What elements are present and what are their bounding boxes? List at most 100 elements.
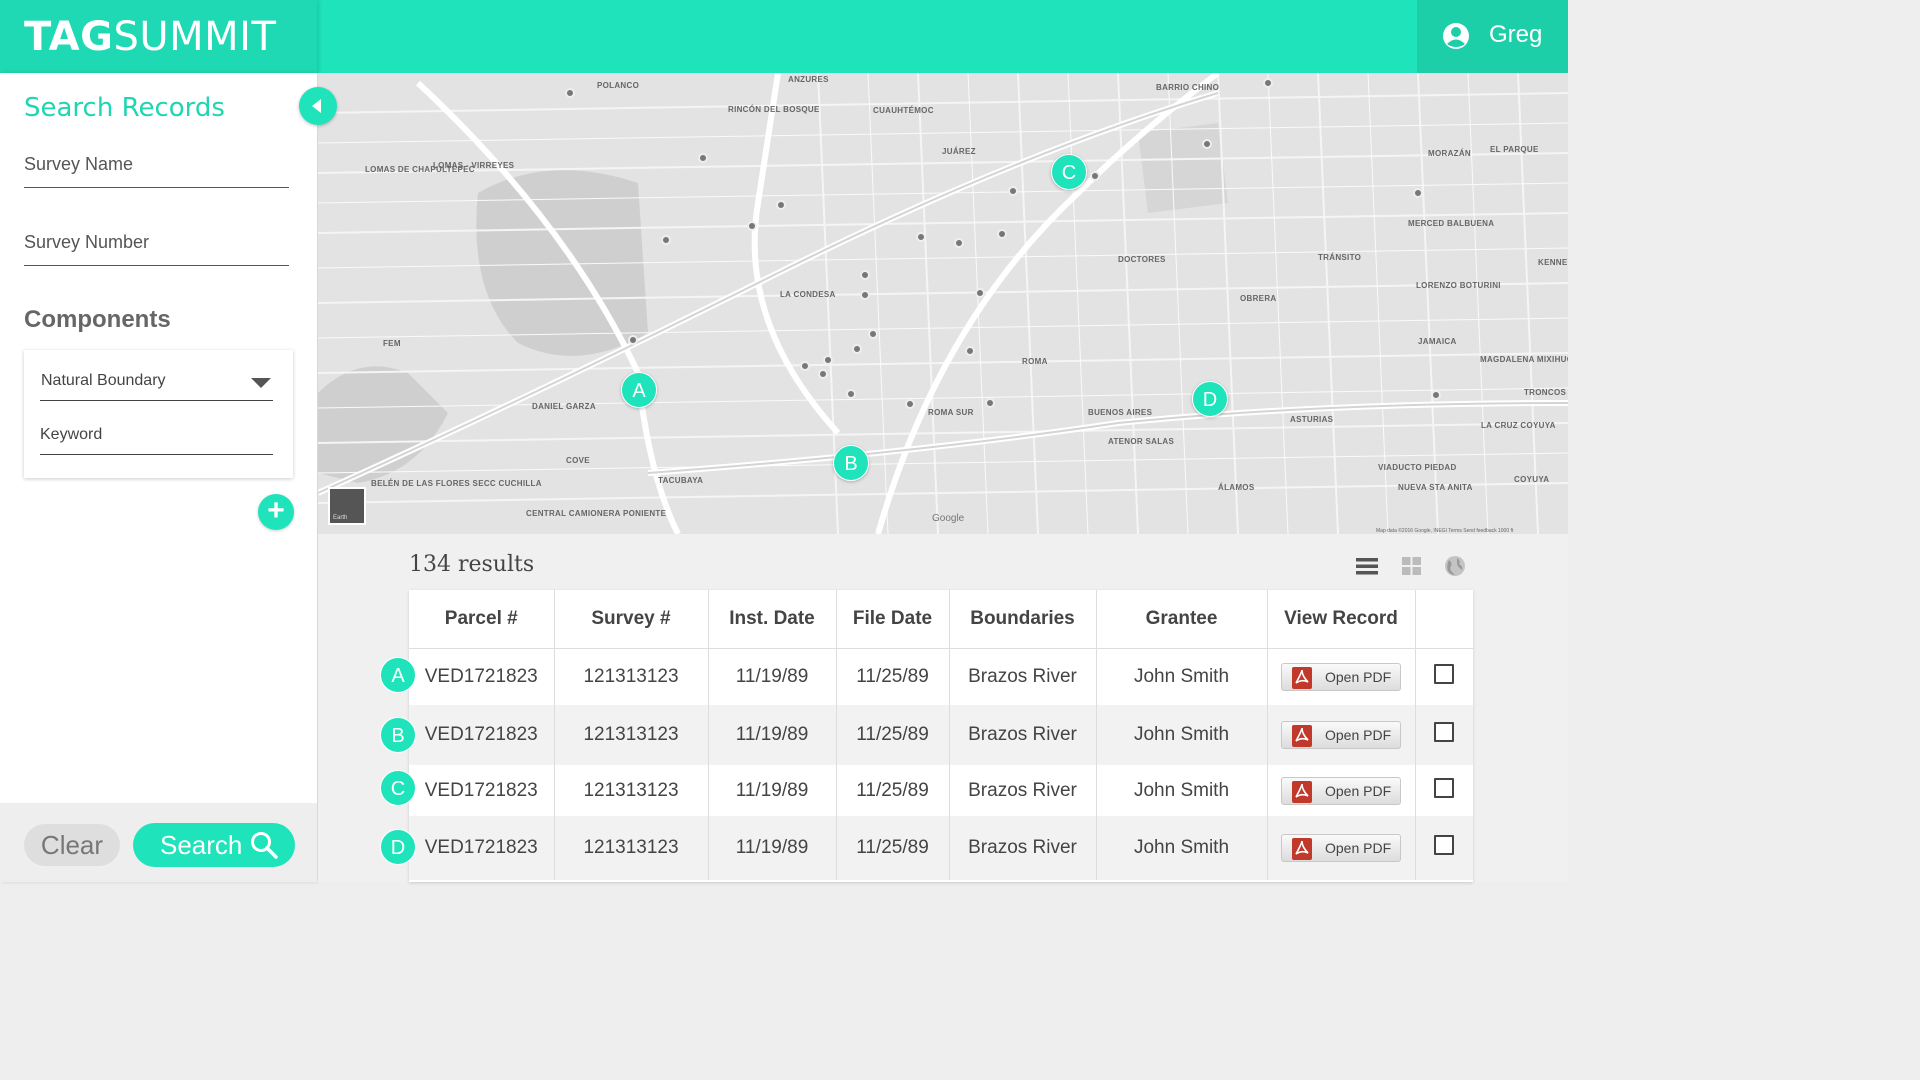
map-poi-icon[interactable]	[1431, 390, 1441, 400]
keyword-field	[40, 418, 273, 455]
map-label: ROMA SUR	[928, 408, 974, 417]
map-poi-icon[interactable]	[823, 355, 833, 365]
collapse-sidebar-button[interactable]	[299, 87, 337, 125]
map-poi-icon[interactable]	[698, 153, 708, 163]
results-panel: 134 results Parcel # Survey # Inst. Date	[318, 534, 1568, 882]
map-marker-c[interactable]: C	[1051, 154, 1087, 190]
table-row[interactable]: VED1721823 121313123 11/19/89 11/25/89 B…	[409, 765, 1473, 816]
file-date-cell: 11/25/89	[836, 816, 950, 880]
column-header-file-date[interactable]: File Date	[836, 590, 950, 649]
map-poi-icon[interactable]	[916, 232, 926, 242]
open-pdf-button[interactable]: Open PDF	[1281, 721, 1401, 749]
map-marker-d[interactable]: D	[1192, 381, 1228, 417]
survey-name-input[interactable]	[24, 148, 289, 175]
map-label: KENNE	[1538, 258, 1568, 267]
map-label: ÁLAMOS	[1218, 483, 1255, 492]
map-poi-icon[interactable]	[868, 329, 878, 339]
map-poi-icon[interactable]	[954, 238, 964, 248]
open-pdf-button[interactable]: Open PDF	[1281, 834, 1401, 862]
sidebar-title: Search Records	[24, 93, 225, 123]
map-marker-a[interactable]: A	[621, 372, 657, 408]
map-poi-icon[interactable]	[628, 335, 638, 345]
table-row[interactable]: VED1721823 121313123 11/19/89 11/25/89 B…	[409, 648, 1473, 705]
search-button[interactable]: Search	[133, 823, 295, 867]
component-type-select[interactable]: Natural Boundary	[40, 364, 273, 401]
survey-cell: 121313123	[554, 765, 709, 816]
open-pdf-button[interactable]: Open PDF	[1281, 776, 1401, 805]
earth-view-toggle[interactable]: Earth	[328, 487, 366, 525]
map-poi-icon[interactable]	[852, 344, 862, 354]
parcel-cell: VED1721823	[409, 765, 555, 816]
map-poi-icon[interactable]	[565, 88, 575, 98]
map-poi-icon[interactable]	[747, 221, 757, 231]
row-badge-a: A	[380, 657, 416, 693]
file-date-cell: 11/25/89	[836, 648, 950, 705]
results-map[interactable]: POLANCO ANZURES CUAUHTÉMOC BARRIO CHINO …	[318, 73, 1568, 534]
list-view-icon[interactable]	[1355, 554, 1379, 578]
map-label: RINCÓN DEL BOSQUE	[728, 105, 820, 114]
boundaries-cell: Brazos River	[949, 816, 1097, 880]
map-poi-icon[interactable]	[975, 288, 985, 298]
map-poi-icon[interactable]	[776, 200, 786, 210]
table-row[interactable]: VED1721823 121313123 11/19/89 11/25/89 B…	[409, 816, 1473, 880]
survey-number-input[interactable]	[24, 226, 289, 253]
add-component-button[interactable]: +	[258, 494, 294, 530]
map-label: COYUYA	[1514, 475, 1550, 484]
inst-date-cell: 11/19/89	[708, 816, 837, 880]
map-poi-icon[interactable]	[1090, 171, 1100, 181]
logo-light-text: SUMMIT	[113, 14, 277, 60]
grid-view-icon[interactable]	[1400, 554, 1424, 578]
map-label: JAMAICA	[1418, 337, 1457, 346]
table-row[interactable]: VED1721823 121313123 11/19/89 11/25/89 B…	[409, 705, 1473, 765]
keyword-input[interactable]	[40, 418, 273, 444]
components-heading: Components	[24, 306, 171, 333]
map-label: FEM	[383, 339, 401, 348]
map-marker-b[interactable]: B	[833, 445, 869, 481]
map-poi-icon[interactable]	[1263, 78, 1273, 88]
map-poi-icon[interactable]	[1413, 188, 1423, 198]
map-poi-icon[interactable]	[860, 290, 870, 300]
map-poi-icon[interactable]	[965, 346, 975, 356]
column-header-grantee[interactable]: Grantee	[1096, 590, 1268, 649]
map-poi-icon[interactable]	[905, 399, 915, 409]
map-poi-icon[interactable]	[818, 369, 828, 379]
map-poi-icon[interactable]	[661, 235, 671, 245]
row-checkbox[interactable]	[1434, 777, 1455, 798]
column-header-boundaries[interactable]: Boundaries	[949, 590, 1097, 649]
map-poi-icon[interactable]	[846, 389, 856, 399]
row-checkbox[interactable]	[1434, 835, 1455, 855]
component-select-value: Natural Boundary	[41, 372, 166, 389]
parcel-cell: VED1721823	[409, 705, 555, 765]
row-checkbox[interactable]	[1434, 722, 1455, 742]
map-label: ATENOR SALAS	[1108, 437, 1175, 446]
grantee-cell: John Smith	[1096, 816, 1268, 880]
grantee-cell: John Smith	[1096, 765, 1268, 816]
map-poi-icon[interactable]	[860, 270, 870, 280]
user-menu[interactable]: Greg	[1417, 0, 1568, 73]
search-sidebar: Search Records Components Natural Bounda…	[0, 73, 337, 882]
column-header-parcel[interactable]: Parcel #	[409, 590, 555, 649]
map-poi-icon[interactable]	[800, 361, 810, 371]
search-button-label: Search	[160, 830, 243, 860]
globe-icon[interactable]	[1443, 554, 1467, 578]
view-record-cell: Open PDF	[1267, 765, 1416, 816]
open-pdf-button[interactable]: Open PDF	[1281, 662, 1401, 691]
search-icon	[251, 832, 278, 859]
map-poi-icon[interactable]	[985, 398, 995, 408]
file-date-cell: 11/25/89	[836, 765, 950, 816]
row-badge-d: D	[380, 829, 416, 865]
boundaries-cell: Brazos River	[949, 648, 1097, 705]
column-header-survey[interactable]: Survey #	[554, 590, 709, 649]
map-poi-icon[interactable]	[997, 229, 1007, 239]
map-poi-icon[interactable]	[1008, 186, 1018, 196]
column-header-inst-date[interactable]: Inst. Date	[708, 590, 837, 649]
pdf-icon	[1292, 780, 1312, 803]
app-logo[interactable]: TAGSUMMIT	[24, 14, 276, 60]
column-header-view-record[interactable]: View Record	[1267, 590, 1416, 649]
survey-cell: 121313123	[554, 705, 709, 765]
clear-button[interactable]: Clear	[24, 824, 120, 866]
map-label: LA CONDESA	[780, 290, 836, 299]
row-checkbox[interactable]	[1434, 663, 1455, 684]
map-poi-icon[interactable]	[1202, 139, 1212, 149]
column-header-select	[1415, 590, 1473, 649]
